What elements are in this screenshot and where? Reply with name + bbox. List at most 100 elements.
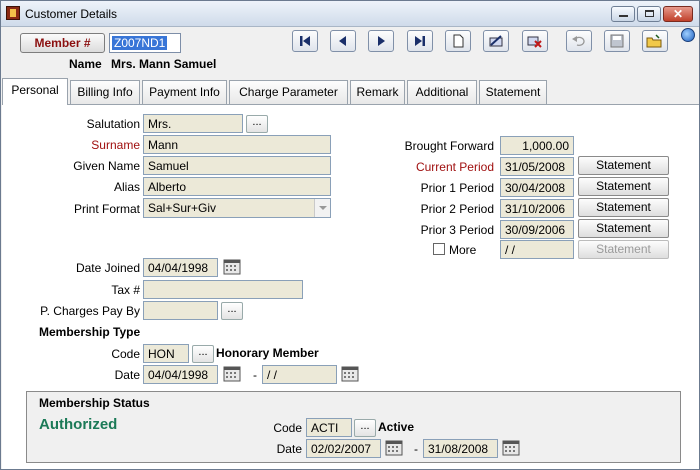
given-name-field[interactable]: Samuel <box>143 156 331 175</box>
tab-billing-info[interactable]: Billing Info <box>70 80 140 104</box>
print-format-label: Print Format <box>73 202 140 216</box>
name-label: Name <box>69 57 102 71</box>
surname-label: Surname <box>91 138 140 152</box>
membership-date-separator: - <box>253 368 257 382</box>
membership-date-from-calendar-button[interactable] <box>221 365 243 383</box>
tab-payment-info[interactable]: Payment Info <box>142 80 227 104</box>
new-button[interactable] <box>445 30 471 52</box>
prior-1-statement-button[interactable]: Statement <box>578 177 669 196</box>
calendar-icon <box>223 259 241 275</box>
more-checkbox[interactable] <box>433 243 445 255</box>
membership-status-value: Authorized <box>39 416 118 433</box>
prior-3-period-field[interactable]: 30/09/2006 <box>500 220 574 239</box>
member-number-button[interactable]: Member # <box>20 33 105 53</box>
delete-icon <box>527 36 542 48</box>
delete-button[interactable] <box>522 30 548 52</box>
tab-charge-parameter[interactable]: Charge Parameter <box>229 80 348 104</box>
prior-2-statement-button[interactable]: Statement <box>578 198 669 217</box>
minimize-icon <box>619 15 628 17</box>
membership-date-to-calendar-button[interactable] <box>339 365 361 383</box>
membership-date-from-field[interactable]: 04/04/1998 <box>143 365 218 384</box>
edit-button[interactable] <box>483 30 509 52</box>
open-folder-icon <box>646 34 662 48</box>
prior-2-period-field[interactable]: 31/10/2006 <box>500 199 574 218</box>
given-name-label: Given Name <box>73 159 140 173</box>
status-code-description: Active <box>378 420 415 434</box>
member-id-input[interactable]: Z007ND1 <box>109 33 181 53</box>
tab-statement[interactable]: Statement <box>479 80 547 104</box>
salutation-field[interactable]: Mrs. <box>143 114 243 133</box>
date-joined-field[interactable]: 04/04/1998 <box>143 258 218 277</box>
status-date-from-field[interactable]: 02/02/2007 <box>306 439 381 458</box>
prior-1-period-label: Prior 1 Period <box>420 181 494 195</box>
member-id-value: Z007ND1 <box>112 36 168 50</box>
new-document-icon <box>453 34 464 48</box>
next-record-icon <box>378 36 385 46</box>
current-period-label: Current Period <box>415 160 494 174</box>
status-code-label: Code <box>273 421 302 435</box>
tab-personal[interactable]: Personal <box>2 78 68 105</box>
status-code-lookup-button[interactable]: ... <box>354 419 376 437</box>
member-name-line: Name Mrs. Mann Samuel <box>69 57 216 71</box>
p-charges-lookup-button[interactable]: ... <box>221 302 243 320</box>
chevron-down-icon[interactable] <box>314 199 330 217</box>
calendar-icon <box>341 366 359 382</box>
calendar-icon <box>502 440 520 456</box>
close-icon: ✕ <box>673 7 684 21</box>
prev-record-button[interactable] <box>330 30 356 52</box>
p-charges-pay-by-field[interactable] <box>143 301 218 320</box>
membership-code-label: Code <box>111 347 140 361</box>
more-period-field[interactable]: / / <box>500 240 574 259</box>
prev-record-icon <box>339 36 346 46</box>
status-code-field[interactable]: ACTI <box>306 418 352 437</box>
tax-label: Tax # <box>111 283 140 297</box>
prior-3-period-label: Prior 3 Period <box>420 223 494 237</box>
help-globe-icon[interactable] <box>681 28 695 42</box>
save-button[interactable] <box>604 30 630 52</box>
more-label: More <box>449 243 477 257</box>
date-joined-calendar-button[interactable] <box>221 258 243 276</box>
open-folder-button[interactable] <box>642 30 668 52</box>
print-format-select[interactable]: Sal+Sur+Giv <box>143 198 331 218</box>
calendar-icon <box>385 440 403 456</box>
membership-date-to-field[interactable]: / / <box>262 365 337 384</box>
app-icon <box>6 6 20 20</box>
status-date-from-calendar-button[interactable] <box>383 439 405 457</box>
first-record-button[interactable] <box>292 30 318 52</box>
status-date-to-calendar-button[interactable] <box>500 439 522 457</box>
status-date-to-field[interactable]: 31/08/2008 <box>423 439 498 458</box>
current-period-field[interactable]: 31/05/2008 <box>500 157 574 176</box>
salutation-label: Salutation <box>86 117 140 131</box>
maximize-icon <box>645 10 654 17</box>
next-record-button[interactable] <box>368 30 394 52</box>
alias-field[interactable]: Alberto <box>143 177 331 196</box>
date-joined-label: Date Joined <box>75 261 140 275</box>
prior-3-statement-button[interactable]: Statement <box>578 219 669 238</box>
membership-date-label: Date <box>114 368 140 382</box>
p-charges-pay-by-label: P. Charges Pay By <box>40 304 140 318</box>
membership-code-description: Honorary Member <box>216 346 319 360</box>
maximize-button[interactable] <box>637 6 661 22</box>
close-button[interactable]: ✕ <box>663 6 693 22</box>
tab-additional[interactable]: Additional <box>407 80 477 104</box>
tax-field[interactable] <box>143 280 303 299</box>
save-icon <box>610 34 624 48</box>
last-record-button[interactable] <box>407 30 433 52</box>
tab-remark[interactable]: Remark <box>350 80 405 104</box>
membership-code-lookup-button[interactable]: ... <box>192 345 214 363</box>
salutation-lookup-button[interactable]: ... <box>246 115 268 133</box>
membership-code-field[interactable]: HON <box>143 344 189 363</box>
calendar-icon <box>223 366 241 382</box>
minimize-button[interactable] <box>611 6 635 22</box>
undo-button[interactable] <box>566 30 592 52</box>
more-statement-button[interactable]: Statement <box>578 240 669 259</box>
brought-forward-field[interactable]: 1,000.00 <box>500 136 574 155</box>
surname-field[interactable]: Mann <box>143 135 331 154</box>
title-bar: Customer Details ✕ <box>1 1 699 27</box>
current-statement-button[interactable]: Statement <box>578 156 669 175</box>
alias-label: Alias <box>113 180 140 194</box>
brought-forward-label: Brought Forward <box>404 139 494 153</box>
prior-1-period-field[interactable]: 30/04/2008 <box>500 178 574 197</box>
prior-2-period-label: Prior 2 Period <box>420 202 494 216</box>
undo-icon <box>572 36 585 46</box>
